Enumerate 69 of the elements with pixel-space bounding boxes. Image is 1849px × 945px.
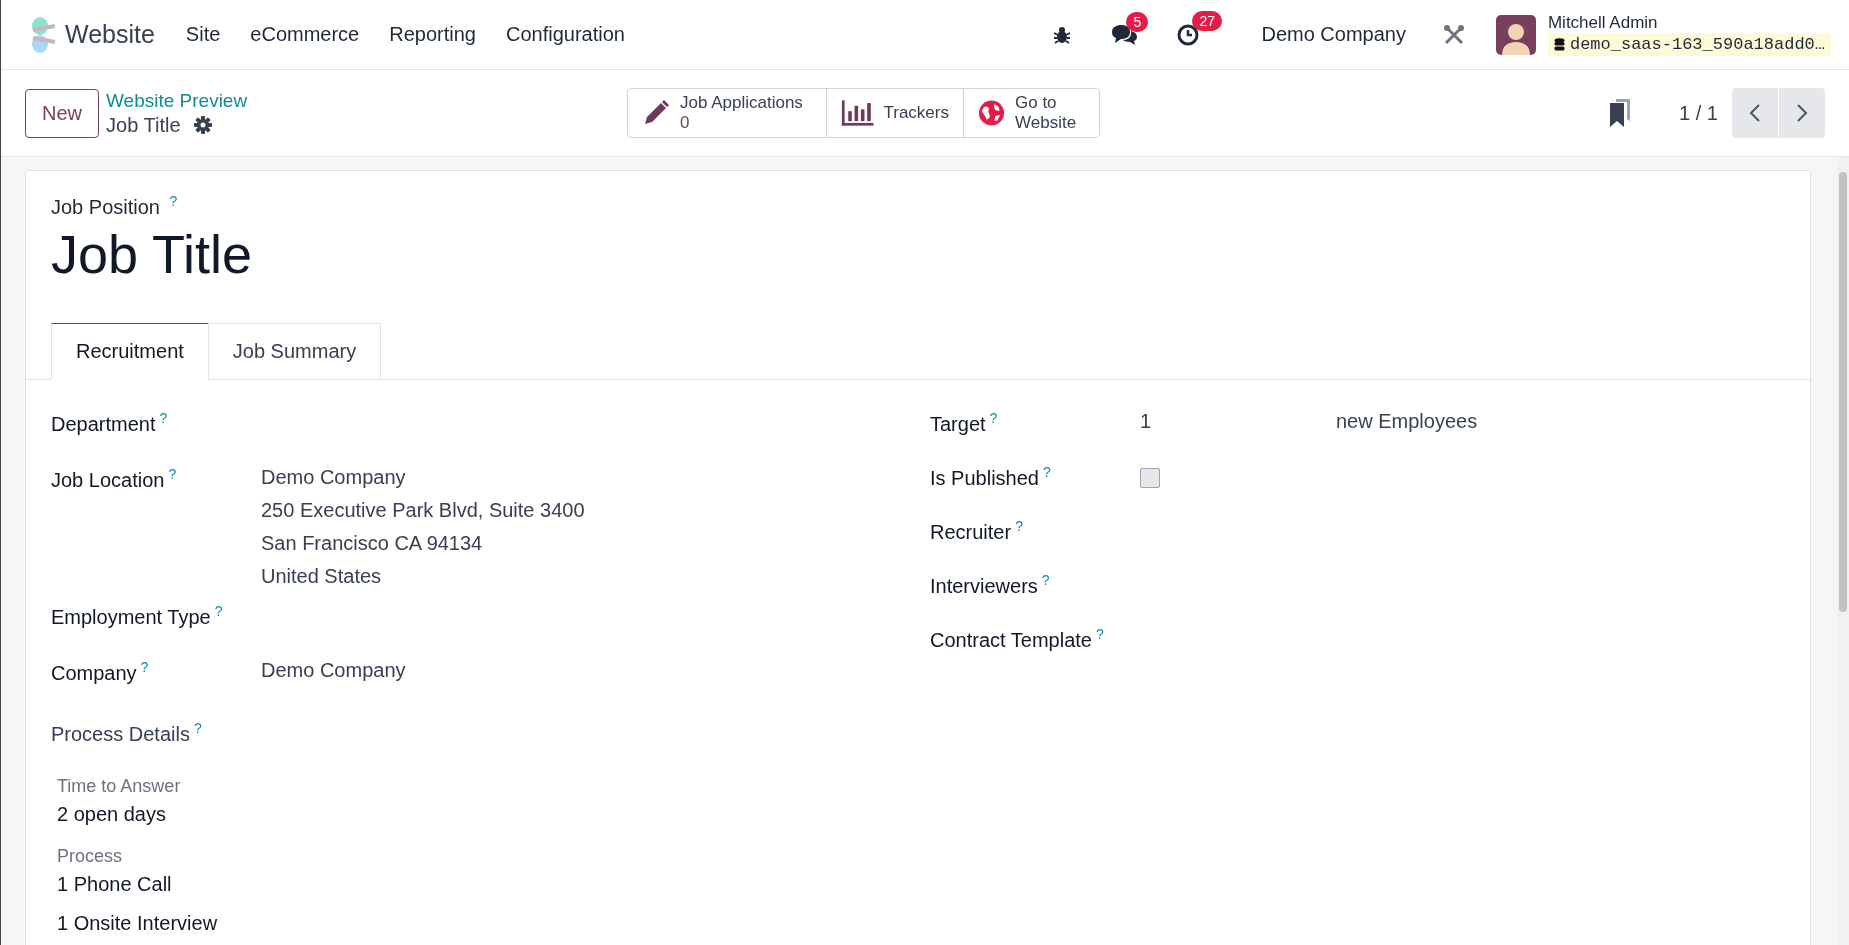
bug-icon[interactable] [1052,24,1073,45]
field-label: Target [930,412,986,435]
company-switcher[interactable]: Demo Company [1255,22,1412,47]
field-label: Job Position [51,195,160,218]
section-label: Process Details [51,722,190,745]
form-tab[interactable]: Recruitment [51,322,209,380]
menu-item[interactable]: Site [170,17,236,52]
process-item: 1 Phone Call [57,872,173,896]
field-label: Company [51,661,137,684]
chevron-left-icon [1749,103,1761,123]
help-tooltip[interactable]: ? [140,658,149,675]
smart-button[interactable]: Job Applications 0 [627,88,827,138]
database-name: demo_saas-163_590a18add0… [1569,35,1825,54]
breadcrumb-current: Job Title [106,113,181,137]
help-tooltip[interactable]: ? [1042,463,1051,480]
field-label: Interviewers [930,574,1038,597]
app-name[interactable]: Website [65,20,155,49]
menu-item[interactable]: Configuration [490,17,640,52]
user-avatar[interactable] [1495,14,1536,55]
breadcrumb-link[interactable]: Website Preview [106,89,248,112]
clock-icon[interactable] [1176,22,1201,47]
field-label: Is Published [930,466,1039,489]
help-tooltip[interactable]: ? [169,193,178,209]
record-title[interactable]: Job Title [51,222,1785,285]
message-count-badge: 5 [1126,11,1149,32]
form-tab[interactable]: Job Summary [207,322,382,380]
group-label: Process [57,845,124,867]
scrollbar[interactable] [1837,157,1849,945]
scrollbar-thumb[interactable] [1839,172,1847,612]
pager-counter: 1 / 1 [1679,101,1718,125]
globe-icon [978,99,1005,127]
field-label: Job Location [51,468,165,491]
chevron-right-icon [1796,103,1808,123]
field-label: Department [51,412,156,435]
help-tooltip[interactable]: ? [1015,517,1023,534]
field-label: Employment Type [51,605,211,628]
number-field[interactable]: 1 [1140,409,1336,433]
help-tooltip[interactable]: ? [989,409,998,426]
activity-count-badge: 27 [1192,10,1222,31]
checkbox[interactable] [1140,467,1160,488]
menu-item[interactable]: eCommerce [235,17,375,52]
help-tooltip[interactable]: ? [168,465,177,482]
menu-item[interactable]: Reporting [374,17,491,52]
help-tooltip[interactable]: ? [1041,571,1050,588]
help-tooltip[interactable]: ? [193,719,202,736]
user-name[interactable]: Mitchell Admin [1547,13,1831,33]
bookmark-icon[interactable] [1609,99,1632,127]
field-label: Recruiter [930,520,1012,543]
process-item: 2 open days [57,802,167,826]
bar-chart-icon [841,99,874,127]
help-tooltip[interactable]: ? [159,409,168,426]
settings-icon[interactable] [192,115,213,135]
field-value: United States [261,564,383,588]
help-tooltip[interactable]: ? [1095,625,1104,642]
group-label: Time to Answer [57,775,182,797]
smart-button[interactable]: Trackers [826,88,964,138]
field-value: Demo Company [261,658,406,682]
tools-icon[interactable] [1441,22,1466,47]
database-icon [1553,38,1565,51]
new-button[interactable]: New [25,88,99,138]
field-value: San Francisco CA 94134 [261,531,484,555]
field-value: Demo Company [261,465,407,489]
pencil-icon [642,99,670,127]
smart-button[interactable]: Go to Website [963,88,1100,138]
unit-label: new Employees [1336,409,1478,433]
field-value: 250 Executive Park Blvd, Suite 3400 [261,498,585,522]
process-item: 1 Onsite Interview [57,911,219,935]
field-label: Contract Template [930,628,1092,651]
help-tooltip[interactable]: ? [214,602,223,619]
